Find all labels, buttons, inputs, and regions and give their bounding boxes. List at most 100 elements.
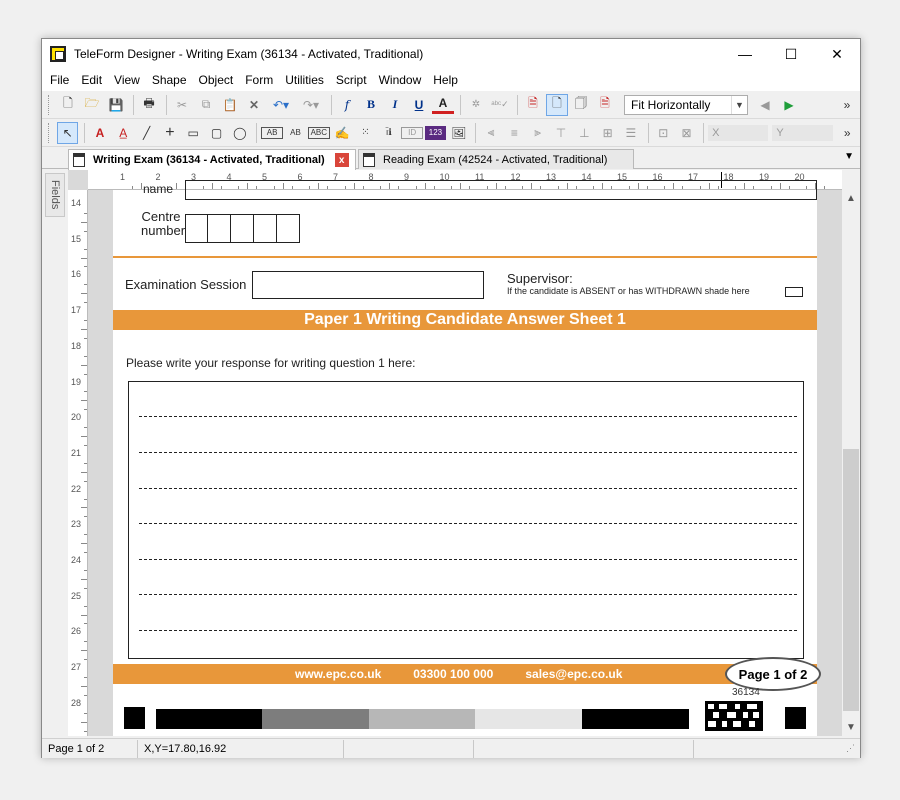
name-field-box[interactable] [185,180,817,200]
ruler-number: 21 [71,447,82,458]
ruler-tick [84,534,87,536]
resize-grip-icon[interactable]: ⋰ [846,743,860,754]
vertical-scrollbar[interactable]: ▲ ▼ [842,189,860,736]
id-field-icon[interactable]: ı̈ℹ [378,122,399,144]
centre-digit-box[interactable] [277,214,300,243]
redo-icon[interactable]: ↷▾ [297,94,325,116]
form-canvas[interactable]: 1 2 3 4 5 6 7 8 9 10 11 12 13 14 15 16 17 18 19 20 14 15 16 17… [68,170,842,736]
close-tab-icon[interactable]: x [334,153,349,167]
open-folder-icon[interactable]: 🗁 [81,94,103,116]
tab-reading-exam[interactable]: Reading Exam (42524 - Activated, Traditi… [358,149,634,169]
rectangle-tool-icon[interactable]: ▭ [183,122,204,144]
menu-edit[interactable]: Edit [75,73,108,87]
menu-help[interactable]: Help [427,73,464,87]
zoom-select[interactable]: Fit Horizontally ▼ [624,94,748,115]
barcode-field-icon[interactable]: 123 [424,125,447,140]
document-tabs: Writing Exam (36134 - Activated, Traditi… [42,147,860,170]
centre-digit-box[interactable] [185,214,208,243]
menu-window[interactable]: Window [373,73,428,87]
toolbar-overflow-icon[interactable]: » [836,94,858,116]
signature-icon[interactable]: ✍ [332,122,353,144]
line-tool-icon[interactable]: ╱ [136,122,157,144]
image-field-icon[interactable]: 🖼 [448,122,469,144]
toolbar-grip[interactable] [48,122,51,143]
page-pdf-icon[interactable]: 🗎 [594,94,616,116]
ocr-zone-icon[interactable]: ABC [308,126,330,139]
prev-page-icon[interactable]: ◀ [754,94,776,116]
menu-shape[interactable]: Shape [146,73,193,87]
delete-icon[interactable]: ✕ [243,94,265,116]
page-view-icon[interactable]: 🗋 [546,93,568,116]
text-field-tool-icon[interactable]: A̲ [113,122,134,144]
menu-utilities[interactable]: Utilities [279,73,330,87]
image-zone-icon[interactable]: AB [285,122,306,144]
align-middle-icon[interactable]: ⊞ [597,122,618,144]
group-icon[interactable]: ⊡ [653,122,674,144]
font-icon[interactable]: f [336,94,358,116]
maximize-button[interactable]: ☐ [768,39,814,69]
page-red-icon[interactable]: 🗎 [522,94,544,116]
y-coordinate-field[interactable]: Y [772,124,833,141]
centre-digit-box[interactable] [254,214,277,243]
close-button[interactable]: ✕ [814,39,860,69]
choice-field-icon[interactable]: ⁙ [355,122,376,144]
ruler-number: 14 [71,198,82,208]
tab-writing-exam[interactable]: Writing Exam (36134 - Activated, Traditi… [68,149,356,170]
cut-icon[interactable]: ✂ [171,94,193,116]
font-color-icon[interactable]: A [432,96,454,114]
print-icon[interactable]: 🖶 [138,94,160,116]
align-center-icon[interactable]: ≡ [504,122,525,144]
text-tool-icon[interactable]: A [89,122,110,144]
paste-icon[interactable]: 📋 [219,94,241,116]
scroll-down-icon[interactable]: ▼ [842,718,860,736]
toolbar-separator [475,122,477,143]
menu-form[interactable]: Form [239,73,279,87]
constrained-print-icon[interactable]: AB [261,126,283,139]
underline-icon[interactable]: U [408,94,430,116]
tab-list-dropdown-icon[interactable]: ▼ [844,151,854,162]
menu-view[interactable]: View [108,73,146,87]
menu-file[interactable]: File [44,73,75,87]
ellipse-tool-icon[interactable]: ◯ [229,122,250,144]
ruler-tick [84,391,87,393]
align-left-icon[interactable]: ⫷ [480,122,501,144]
select-pointer-icon[interactable]: ↖ [56,121,79,144]
undo-icon[interactable]: ↶▾ [267,94,295,116]
menu-object[interactable]: Object [193,73,240,87]
next-page-icon[interactable]: ▶ [778,94,800,116]
toolbar-overflow-icon[interactable]: » [837,122,858,144]
align-bottom-icon[interactable]: ⊥ [574,122,595,144]
spell-check-icon[interactable]: ✲ [465,94,487,116]
rounded-rect-tool-icon[interactable]: ▢ [206,122,227,144]
new-file-icon[interactable]: 🗋 [57,94,79,116]
absent-shade-box[interactable] [785,287,803,297]
abc-check-icon[interactable]: ᵃᵇᶜ✓ [489,94,511,116]
centre-label-line2: number [141,223,186,238]
minimize-button[interactable]: — [722,39,768,69]
menu-script[interactable]: Script [330,73,373,87]
writing-line [139,488,797,489]
x-coordinate-field[interactable]: X [708,124,769,141]
answer-box[interactable] [128,381,804,659]
copy-icon[interactable]: ⧉ [195,94,217,116]
window-title: TeleForm Designer - Writing Exam (36134 … [74,47,424,61]
align-top-icon[interactable]: ⊤ [550,122,571,144]
italic-icon[interactable]: I [384,94,406,116]
ruler-number: 1 [120,172,126,182]
exam-session-field[interactable] [252,271,484,299]
tab-label: Writing Exam (36134 - Activated, Traditi… [93,154,325,166]
align-right-icon[interactable]: ⫸ [527,122,548,144]
scroll-thumb[interactable] [843,449,859,711]
scroll-up-icon[interactable]: ▲ [842,189,860,207]
cross-tool-icon[interactable]: + [159,122,180,144]
ungroup-icon[interactable]: ⊠ [676,122,697,144]
fields-panel-tab[interactable]: Fields [45,173,65,217]
page-layout-icon[interactable]: 🗍 [570,94,592,116]
bold-icon[interactable]: B [360,94,382,116]
centre-digit-box[interactable] [231,214,254,243]
id-box-icon[interactable]: ID [401,126,423,139]
save-icon[interactable]: 💾 [105,94,127,116]
centre-digit-box[interactable] [208,214,231,243]
toolbar-grip[interactable] [48,94,51,115]
distribute-icon[interactable]: ☰ [620,122,641,144]
